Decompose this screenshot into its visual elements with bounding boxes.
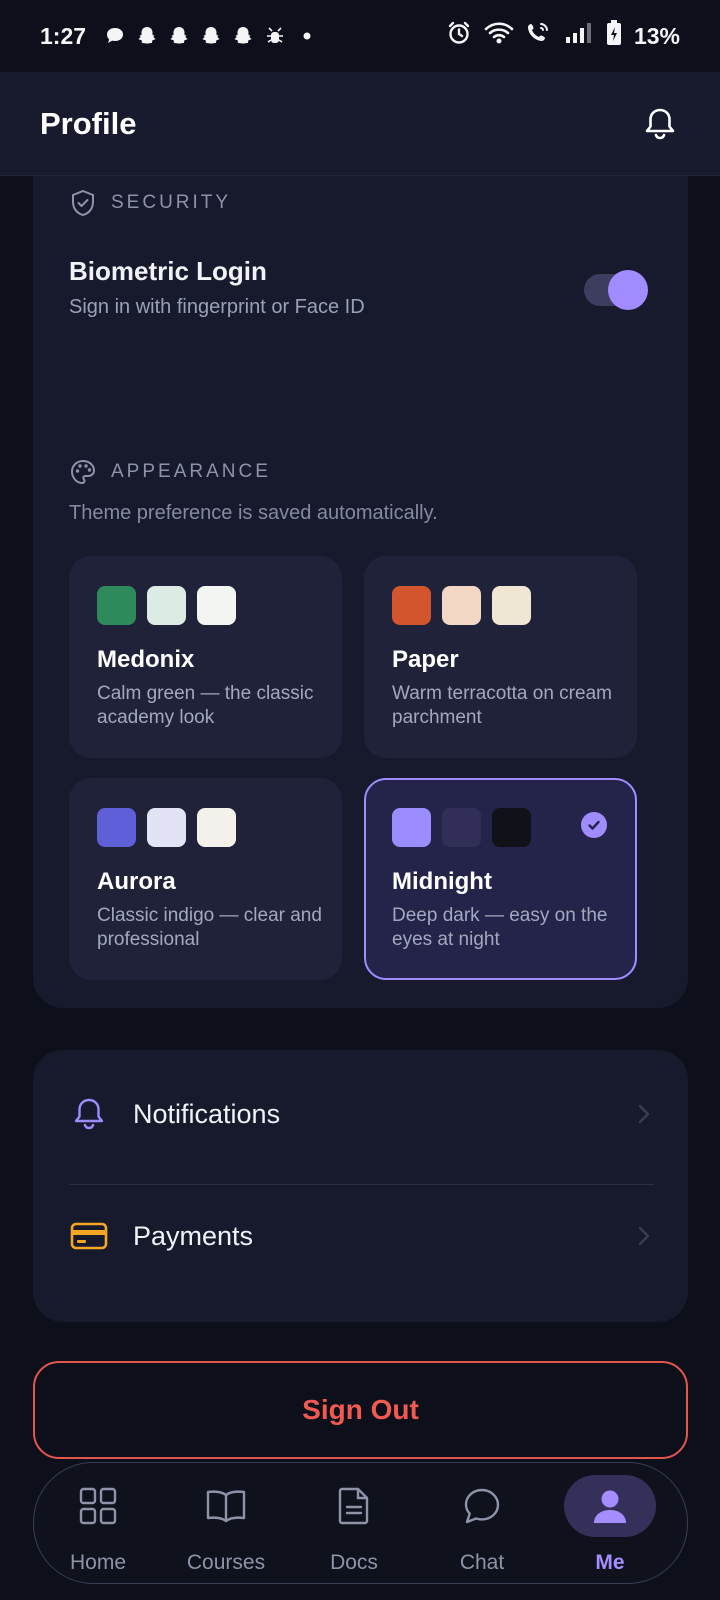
appearance-card: APPEARANCE Theme preference is saved aut… (33, 408, 688, 1008)
toggle-knob (608, 270, 648, 310)
selected-check-icon (581, 812, 607, 838)
security-label: SECURITY (111, 192, 232, 213)
profile-content[interactable]: SECURITY Biometric Login Sign in with fi… (0, 176, 720, 1476)
theme-description: Classic indigo — clear and professional (97, 905, 322, 950)
theme-swatches (97, 808, 236, 847)
appearance-section-header: APPEARANCE (69, 458, 271, 486)
shield-check-icon (72, 189, 94, 217)
theme-swatch (197, 808, 236, 847)
dot-icon (296, 25, 318, 47)
biometric-toggle[interactable] (584, 270, 648, 310)
book-icon (180, 1475, 272, 1537)
appearance-label: APPEARANCE (111, 461, 271, 482)
nav-label: Docs (330, 1551, 378, 1574)
theme-swatch (392, 808, 431, 847)
user-icon (564, 1475, 656, 1537)
biometric-login-title: Biometric Login (69, 256, 267, 286)
page-title: Profile (40, 105, 137, 141)
bell-icon (69, 1094, 109, 1134)
battery-percent: 13% (633, 22, 680, 49)
chevron-right-icon (634, 1226, 654, 1246)
security-section-header: SECURITY (69, 188, 231, 218)
snapchat-icon (232, 25, 254, 47)
battery-charging-icon (606, 20, 622, 52)
theme-swatch (97, 808, 136, 847)
snapchat-icon (136, 25, 158, 47)
status-right: 13% (446, 20, 680, 52)
theme-option-medonix[interactable]: Medonix Calm green — the classic academy… (69, 556, 342, 758)
theme-swatches (97, 586, 236, 625)
app-header: Profile (0, 72, 720, 176)
theme-option-midnight[interactable]: Midnight Deep dark — easy on the eyes at… (364, 778, 637, 980)
bell-icon (645, 108, 675, 139)
nav-item-me[interactable]: Me (550, 1463, 670, 1585)
theme-description: Deep dark — easy on the eyes at night (392, 905, 608, 950)
nav-item-chat[interactable]: Chat (422, 1463, 542, 1585)
chat-bubble-icon (104, 25, 126, 47)
signal-icon (564, 21, 594, 51)
wifi-icon (484, 21, 514, 51)
theme-hint: Theme preference is saved automatically. (69, 502, 438, 524)
status-time: 1:27 (40, 22, 87, 49)
theme-swatch (442, 808, 481, 847)
palette-icon (70, 459, 96, 485)
payments-label: Payments (133, 1220, 254, 1251)
grid-icon (52, 1475, 144, 1537)
bug-icon (264, 25, 286, 47)
snapchat-icon (168, 25, 190, 47)
payments-link[interactable]: Payments (69, 1186, 654, 1286)
nav-label: Courses (186, 1551, 266, 1574)
theme-swatch (147, 808, 186, 847)
nav-item-courses[interactable]: Courses (166, 1463, 286, 1585)
nav-label: Chat (459, 1551, 505, 1574)
document-icon (308, 1475, 400, 1537)
alarm-icon (446, 20, 472, 52)
biometric-login-subtitle: Sign in with fingerprint or Face ID (69, 296, 365, 318)
credit-card-icon (69, 1216, 109, 1256)
theme-swatch (97, 586, 136, 625)
theme-name: Aurora (97, 868, 176, 895)
nav-label: Me (595, 1551, 625, 1574)
theme-swatch (492, 808, 531, 847)
notifications-link[interactable]: Notifications (69, 1064, 654, 1164)
theme-description: Calm green — the classic academy look (97, 683, 314, 728)
theme-swatch (392, 586, 431, 625)
theme-swatch (492, 586, 531, 625)
wifi-call-icon (526, 21, 552, 51)
theme-swatch (442, 586, 481, 625)
theme-option-paper[interactable]: Paper Warm terracotta on cream parchment (364, 556, 637, 758)
nav-item-docs[interactable]: Docs (294, 1463, 414, 1585)
status-bar: 1:27 13% (0, 0, 720, 72)
theme-description: Warm terracotta on cream parchment (392, 683, 612, 728)
chevron-right-icon (634, 1104, 654, 1124)
theme-swatches (392, 808, 531, 847)
theme-option-aurora[interactable]: Aurora Classic indigo — clear and profes… (69, 778, 342, 980)
notifications-label: Notifications (133, 1098, 281, 1129)
theme-swatch (197, 586, 236, 625)
notifications-button[interactable] (632, 96, 688, 152)
status-left: 1:27 (40, 23, 318, 50)
theme-swatch (147, 586, 186, 625)
sign-out-button[interactable]: Sign Out (33, 1361, 688, 1459)
theme-swatches (392, 586, 531, 625)
chat-icon (436, 1475, 528, 1537)
nav-item-home[interactable]: Home (38, 1463, 158, 1585)
settings-links-card: Notifications Payments (33, 1050, 688, 1322)
theme-name: Paper (392, 646, 459, 673)
nav-label: Home (69, 1551, 127, 1574)
divider (69, 1184, 654, 1185)
snapchat-icon (200, 25, 222, 47)
theme-name: Medonix (97, 646, 195, 673)
theme-name: Midnight (392, 868, 492, 895)
bottom-nav: Home Courses Docs Chat Me (33, 1462, 688, 1584)
